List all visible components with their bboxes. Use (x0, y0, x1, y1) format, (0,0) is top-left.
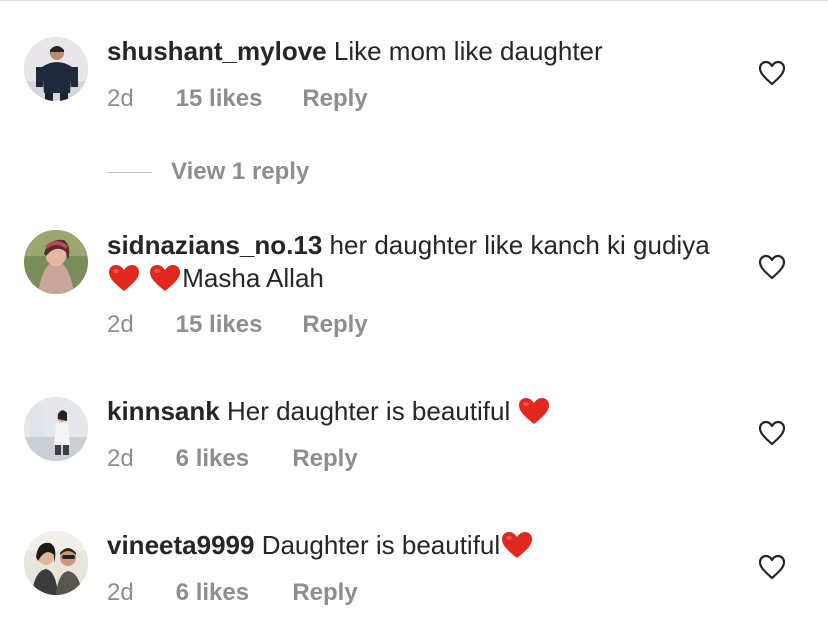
heart-outline-icon[interactable] (758, 60, 786, 86)
red-heart-emoji (517, 396, 551, 426)
avatar[interactable] (24, 397, 88, 461)
comment-body: Her daughter is beautiful (226, 396, 511, 426)
comment-likes[interactable]: 6 likes (176, 445, 286, 473)
comment-time: 2d (107, 445, 134, 472)
comment-time: 2d (107, 85, 134, 112)
comment-time: 2d (107, 579, 134, 606)
comment-username[interactable]: vineeta9999 (107, 530, 254, 560)
comments-list: shushant_mylove Like mom like daughter 2… (0, 0, 828, 637)
comment-meta: 2d 15 likes Reply (107, 311, 368, 339)
reply-button[interactable]: Reply (302, 311, 367, 339)
comment-body: Daughter is beautiful (261, 530, 501, 560)
heart-outline-icon[interactable] (758, 254, 786, 280)
avatar[interactable] (24, 230, 88, 294)
heart-outline-icon[interactable] (758, 420, 786, 446)
view-replies-button[interactable]: View 1 reply (107, 157, 309, 187)
avatar[interactable] (24, 37, 88, 101)
comment-text: kinnsank Her daughter is beautiful (107, 395, 727, 428)
comment-text: shushant_mylove Like mom like daughter (107, 35, 727, 68)
view-replies-label: View 1 reply (171, 158, 310, 185)
view-replies-divider (107, 171, 152, 173)
comment-username[interactable]: sidnazians_no.13 (107, 230, 322, 260)
comment-meta: 2d 15 likes Reply (107, 85, 368, 113)
red-heart-emoji (148, 263, 182, 293)
comment-body: her daughter like kanch ki gudiya (329, 230, 710, 260)
comment-time: 2d (107, 311, 134, 338)
comment-meta: 2d 6 likes Reply (107, 579, 358, 607)
reply-button[interactable]: Reply (292, 445, 357, 473)
comment-body-suffix: Masha Allah (182, 263, 324, 293)
comment-text: vineeta9999 Daughter is beautiful (107, 529, 727, 562)
comment-meta: 2d 6 likes Reply (107, 445, 358, 473)
reply-button[interactable]: Reply (292, 579, 357, 607)
reply-button[interactable]: Reply (302, 85, 367, 113)
comment-username[interactable]: kinnsank (107, 396, 220, 426)
comment-likes[interactable]: 15 likes (176, 311, 296, 339)
red-heart-emoji (107, 263, 141, 293)
red-heart-emoji (500, 530, 534, 560)
heart-outline-icon[interactable] (758, 554, 786, 580)
comment-text: sidnazians_no.13 her daughter like kanch… (107, 229, 727, 295)
comment-likes[interactable]: 15 likes (176, 85, 296, 113)
comment-body: Like mom like daughter (333, 36, 603, 66)
comment-likes[interactable]: 6 likes (176, 579, 286, 607)
avatar[interactable] (24, 531, 88, 595)
comment-username[interactable]: shushant_mylove (107, 36, 327, 66)
